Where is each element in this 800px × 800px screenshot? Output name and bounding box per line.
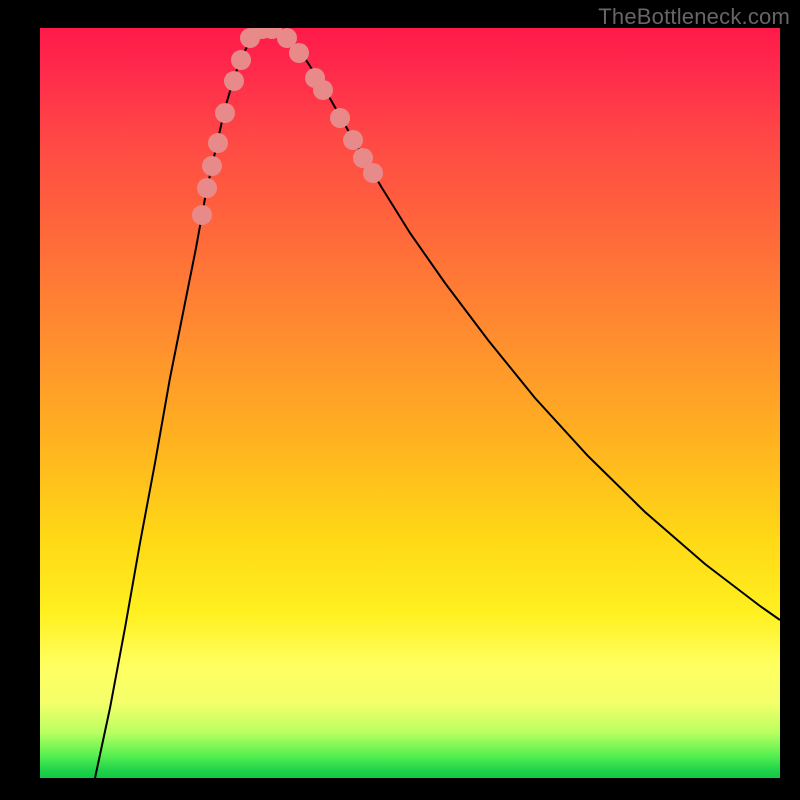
highlight-dot [215,103,235,123]
highlight-dot [208,133,228,153]
highlight-dot [224,71,244,91]
chart-svg [40,28,780,778]
highlight-dot [192,205,212,225]
chart-stage: TheBottleneck.com [0,0,800,800]
highlight-dot [289,43,309,63]
highlight-dot [313,80,333,100]
highlight-dot [343,130,363,150]
highlight-dot [231,50,251,70]
watermark-label: TheBottleneck.com [598,4,790,30]
highlight-dot [197,178,217,198]
highlight-dot [202,156,222,176]
plot-area [40,28,780,778]
highlight-dot [363,163,383,183]
highlight-dot [330,108,350,128]
curve-left [95,28,268,778]
